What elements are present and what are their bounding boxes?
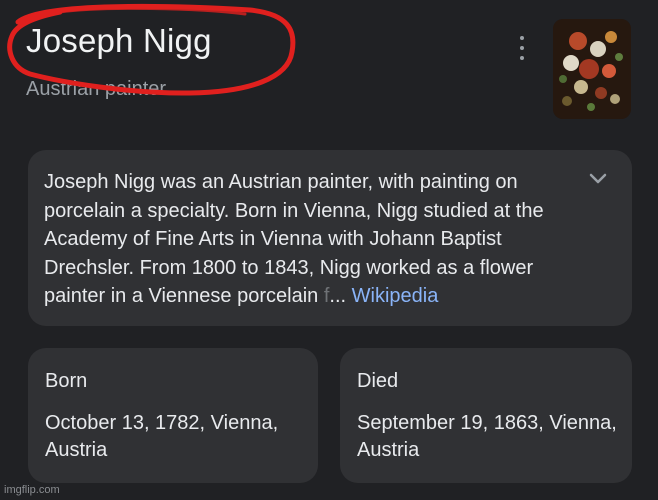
flower-painting-image — [553, 19, 631, 119]
watermark: imgflip.com — [4, 484, 60, 496]
description-text: Joseph Nigg was an Austrian painter, wit… — [44, 168, 584, 311]
born-label: Born — [45, 370, 88, 392]
painting-thumbnail[interactable] — [553, 19, 631, 119]
born-card[interactable]: Born October 13, 1782, Vienna, Austria — [28, 348, 318, 483]
died-card[interactable]: Died September 19, 1863, Vienna, Austria — [340, 348, 632, 483]
more-vert-icon — [520, 36, 524, 40]
page-title: Joseph Nigg — [26, 22, 212, 59]
died-label: Died — [357, 370, 399, 392]
description-body: Joseph Nigg was an Austrian painter, wit… — [44, 171, 544, 307]
description-ellipsis: ... — [329, 285, 347, 307]
page-subtitle: Austrian painter — [26, 78, 167, 100]
chevron-down-icon[interactable] — [588, 172, 608, 186]
description-card: Joseph Nigg was an Austrian painter, wit… — [28, 150, 632, 326]
died-value: September 19, 1863, Vienna, Austria — [357, 412, 617, 461]
more-options-button[interactable] — [512, 36, 532, 60]
born-value: October 13, 1782, Vienna, Austria — [45, 412, 279, 461]
wikipedia-link[interactable]: Wikipedia — [352, 285, 439, 307]
